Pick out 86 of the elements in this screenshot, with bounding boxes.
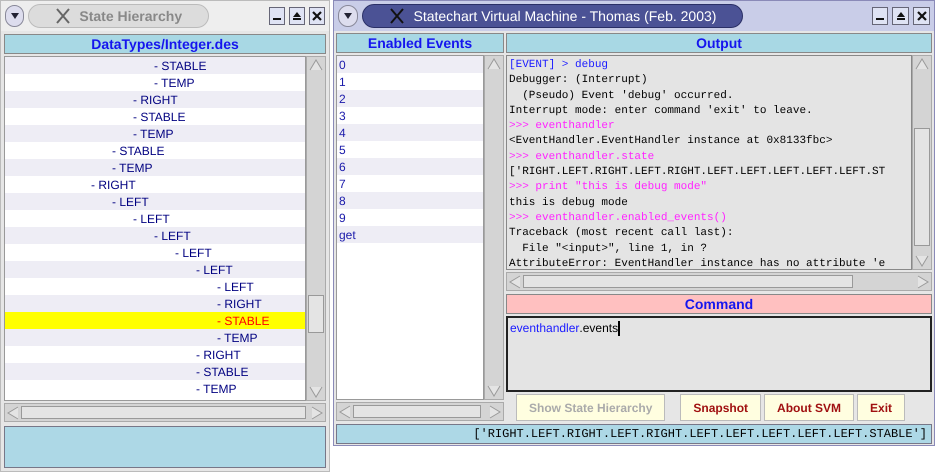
scroll-up-arrow-icon[interactable]: [309, 59, 323, 71]
x-logo-icon: [389, 8, 406, 24]
minimize-icon: [273, 18, 282, 20]
maximize-button[interactable]: [289, 7, 306, 25]
close-icon: [916, 11, 927, 21]
output-line: (Pseudo) Event 'debug' occurred.: [521, 88, 734, 104]
command-field[interactable]: eventhandler.events: [506, 316, 932, 392]
output-line: >>> print "this is debug mode": [509, 180, 708, 196]
tree-item[interactable]: - LEFT: [5, 227, 305, 244]
output-header: Output: [506, 33, 932, 53]
horizontal-scrollbar[interactable]: [336, 402, 504, 421]
scroll-left-arrow-icon[interactable]: [339, 404, 351, 418]
scroll-up-arrow-icon[interactable]: [915, 58, 929, 70]
output-line: File "<input>", line 1, in ?: [521, 242, 708, 257]
eject-icon: [896, 11, 906, 21]
command-text: .events: [579, 320, 618, 336]
event-item[interactable]: 2: [337, 90, 483, 107]
window-menu-button[interactable]: [338, 5, 358, 27]
close-button[interactable]: [309, 7, 325, 25]
close-button[interactable]: [913, 7, 930, 25]
scroll-up-arrow-icon[interactable]: [487, 58, 501, 70]
tree-item[interactable]: - LEFT: [5, 193, 305, 210]
output-line: >>> eventhandler.enabled_events(): [509, 210, 728, 226]
caret-icon: [343, 12, 354, 20]
scroll-left-arrow-icon[interactable]: [509, 274, 521, 288]
command-text: eventhandler: [510, 320, 580, 336]
tree-item[interactable]: - LEFT: [5, 261, 305, 278]
status-bar: ['RIGHT.LEFT.RIGHT.LEFT.RIGHT.LEFT.LEFT.LEFT.LEFT.LEFT.STABLE']: [336, 424, 932, 444]
close-icon: [312, 11, 322, 21]
event-item[interactable]: 6: [337, 158, 483, 175]
output-line: Debugger: (Interrupt): [509, 73, 649, 88]
event-item[interactable]: 8: [337, 192, 483, 209]
events-header: Enabled Events: [336, 33, 504, 53]
vertical-scrollbar[interactable]: [484, 55, 504, 400]
event-item[interactable]: 4: [337, 124, 483, 141]
scrollbar-thumb[interactable]: [308, 295, 324, 333]
scroll-right-arrow-icon[interactable]: [311, 406, 323, 420]
command-header: Command: [506, 294, 932, 314]
output-line: >>> eventhandler: [509, 119, 616, 134]
vertical-scrollbar[interactable]: [306, 56, 326, 401]
action-button[interactable]: Exit: [857, 394, 906, 421]
scroll-left-arrow-icon[interactable]: [7, 406, 19, 420]
tree-item[interactable]: - RIGHT: [5, 91, 305, 108]
window-title: Statechart Virtual Machine - Thomas (Feb. 2003): [413, 6, 716, 26]
scrollbar-thumb[interactable]: [523, 275, 853, 288]
maximize-button[interactable]: [892, 7, 910, 25]
text-cursor: [618, 320, 620, 336]
minimize-button[interactable]: [269, 7, 286, 25]
horizontal-scrollbar[interactable]: [506, 272, 932, 291]
tree-item[interactable]: - STABLE: [5, 363, 305, 380]
tree-item[interactable]: - RIGHT: [5, 295, 305, 312]
output-line: >>> eventhandler.state: [509, 150, 656, 165]
horizontal-scrollbar[interactable]: [4, 403, 326, 422]
scroll-down-arrow-icon[interactable]: [309, 386, 323, 398]
scroll-right-arrow-icon[interactable]: [489, 404, 501, 418]
scroll-down-arrow-icon[interactable]: [915, 255, 929, 267]
eject-icon: [292, 11, 302, 21]
tree-item[interactable]: - TEMP: [5, 329, 305, 346]
scroll-down-arrow-icon[interactable]: [487, 385, 501, 397]
caret-icon: [10, 12, 20, 20]
scroll-right-arrow-icon[interactable]: [917, 274, 929, 288]
x-logo-icon: [55, 8, 72, 24]
action-button[interactable]: Snapshot: [680, 394, 762, 421]
event-item[interactable]: get: [337, 226, 483, 243]
minimize-icon: [876, 18, 884, 20]
tree-item[interactable]: - STABLE: [5, 57, 305, 74]
action-button[interactable]: About SVM: [764, 394, 854, 421]
output-line: [EVENT] > debug: [509, 58, 610, 73]
scrollbar-thumb[interactable]: [914, 128, 930, 246]
file-header: DataTypes/Integer.des: [4, 34, 326, 54]
tree-item[interactable]: - TEMP: [5, 159, 305, 176]
output-line: Traceback (most recent call last):: [509, 226, 734, 242]
output-line: this is debug mode: [509, 196, 629, 211]
scrollbar-thumb[interactable]: [21, 406, 306, 419]
output-line: AttributeError: EventHandler instance has no attribute 'e: [509, 256, 886, 269]
tree-item[interactable]: - TEMP: [5, 125, 305, 142]
event-item[interactable]: 0: [337, 56, 483, 73]
output-line: <EventHandler.EventHandler instance at 0x8133fbc>: [509, 134, 834, 150]
output-line: Interrupt mode: enter command 'exit' to leave.: [509, 104, 814, 119]
tree-item[interactable]: - STABLE: [5, 312, 305, 329]
window-menu-button[interactable]: [5, 5, 24, 27]
minimize-button[interactable]: [872, 7, 888, 25]
output-line: ['RIGHT.LEFT.RIGHT.LEFT.RIGHT.LEFT.LEFT.LEFT.LEFT.LEFT.ST: [509, 165, 886, 180]
scrollbar-thumb[interactable]: [353, 405, 481, 418]
vertical-scrollbar[interactable]: [912, 55, 932, 270]
window-title: State Hierarchy: [79, 6, 182, 26]
